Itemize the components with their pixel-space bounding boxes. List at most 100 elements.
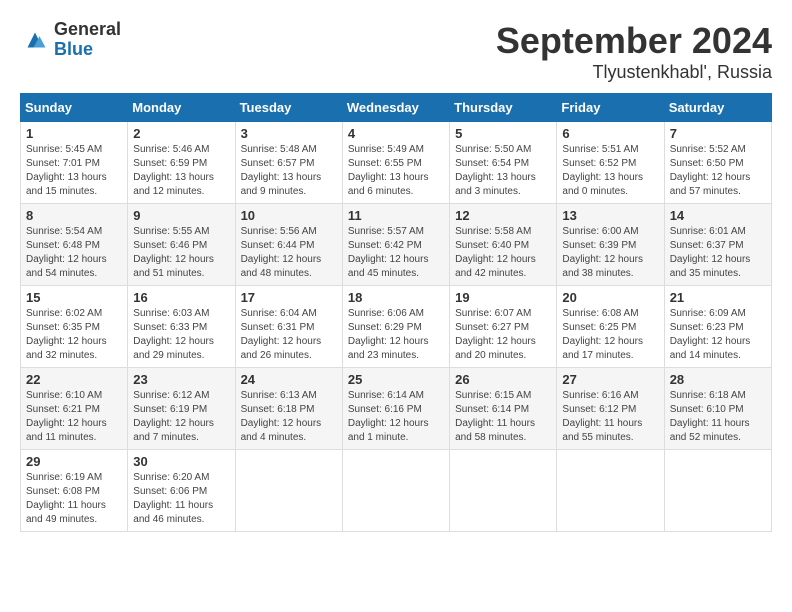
header-row: Sunday Monday Tuesday Wednesday Thursday… (21, 94, 772, 122)
day-number: 7 (670, 126, 766, 141)
day-info: Sunrise: 5:45 AM Sunset: 7:01 PM Dayligh… (26, 143, 122, 199)
table-row: 15 Sunrise: 6:02 AM Sunset: 6:35 PM Dayli… (21, 286, 128, 368)
day-info: Sunrise: 5:48 AM Sunset: 6:57 PM Dayligh… (241, 143, 337, 199)
table-row: 2 Sunrise: 5:46 AM Sunset: 6:59 PM Daylig… (128, 122, 235, 204)
day-info: Sunrise: 6:13 AM Sunset: 6:18 PM Dayligh… (241, 389, 337, 445)
table-row: 10 Sunrise: 5:56 AM Sunset: 6:44 PM Dayli… (235, 204, 342, 286)
day-number: 22 (26, 372, 122, 387)
table-row: 17 Sunrise: 6:04 AM Sunset: 6:31 PM Dayli… (235, 286, 342, 368)
day-info: Sunrise: 5:56 AM Sunset: 6:44 PM Dayligh… (241, 225, 337, 281)
table-row (450, 450, 557, 532)
day-number: 27 (562, 372, 658, 387)
day-info: Sunrise: 5:54 AM Sunset: 6:48 PM Dayligh… (26, 225, 122, 281)
table-row: 1Sunrise: 5:45 AM Sunset: 7:01 PM Daylig… (21, 122, 128, 204)
table-row: 21 Sunrise: 6:09 AM Sunset: 6:23 PM Dayli… (664, 286, 771, 368)
day-info: Sunrise: 6:19 AM Sunset: 6:08 PM Dayligh… (26, 471, 122, 527)
logo-blue: Blue (54, 40, 121, 60)
table-row: 25 Sunrise: 6:14 AM Sunset: 6:16 PM Dayli… (342, 368, 449, 450)
day-info: Sunrise: 6:04 AM Sunset: 6:31 PM Dayligh… (241, 307, 337, 363)
day-info: Sunrise: 5:50 AM Sunset: 6:54 PM Dayligh… (455, 143, 551, 199)
table-row: 26 Sunrise: 6:15 AM Sunset: 6:14 PM Dayli… (450, 368, 557, 450)
table-row: 18 Sunrise: 6:06 AM Sunset: 6:29 PM Dayli… (342, 286, 449, 368)
day-number: 18 (348, 290, 444, 305)
calendar-week-row: 15 Sunrise: 6:02 AM Sunset: 6:35 PM Dayli… (21, 286, 772, 368)
calendar-week-row: 22Sunrise: 6:10 AM Sunset: 6:21 PM Dayli… (21, 368, 772, 450)
day-number: 5 (455, 126, 551, 141)
day-number: 12 (455, 208, 551, 223)
day-number: 16 (133, 290, 229, 305)
day-number: 19 (455, 290, 551, 305)
day-number: 25 (348, 372, 444, 387)
day-info: Sunrise: 6:18 AM Sunset: 6:10 PM Dayligh… (670, 389, 766, 445)
day-number: 8 (26, 208, 122, 223)
month-title: September 2024 (496, 20, 772, 62)
table-row: 16 Sunrise: 6:03 AM Sunset: 6:33 PM Dayli… (128, 286, 235, 368)
day-number: 21 (670, 290, 766, 305)
day-info: Sunrise: 5:46 AM Sunset: 6:59 PM Dayligh… (133, 143, 229, 199)
table-row: 3Sunrise: 5:48 AM Sunset: 6:57 PM Daylig… (235, 122, 342, 204)
day-info: Sunrise: 6:20 AM Sunset: 6:06 PM Dayligh… (133, 471, 229, 527)
day-info: Sunrise: 6:09 AM Sunset: 6:23 PM Dayligh… (670, 307, 766, 363)
day-number: 2 (133, 126, 229, 141)
day-number: 15 (26, 290, 122, 305)
day-info: Sunrise: 5:52 AM Sunset: 6:50 PM Dayligh… (670, 143, 766, 199)
day-info: Sunrise: 5:58 AM Sunset: 6:40 PM Dayligh… (455, 225, 551, 281)
table-row: 9 Sunrise: 5:55 AM Sunset: 6:46 PM Daylig… (128, 204, 235, 286)
day-info: Sunrise: 6:02 AM Sunset: 6:35 PM Dayligh… (26, 307, 122, 363)
logo: General Blue (20, 20, 121, 60)
table-row: 30 Sunrise: 6:20 AM Sunset: 6:06 PM Dayli… (128, 450, 235, 532)
day-number: 10 (241, 208, 337, 223)
logo-text: General Blue (54, 20, 121, 60)
col-monday: Monday (128, 94, 235, 122)
day-info: Sunrise: 6:01 AM Sunset: 6:37 PM Dayligh… (670, 225, 766, 281)
calendar-week-row: 29 Sunrise: 6:19 AM Sunset: 6:08 PM Dayli… (21, 450, 772, 532)
day-info: Sunrise: 6:12 AM Sunset: 6:19 PM Dayligh… (133, 389, 229, 445)
calendar-week-row: 8 Sunrise: 5:54 AM Sunset: 6:48 PM Daylig… (21, 204, 772, 286)
page-header: General Blue September 2024 Tlyustenkhab… (20, 20, 772, 83)
title-block: September 2024 Tlyustenkhabl', Russia (496, 20, 772, 83)
day-info: Sunrise: 6:06 AM Sunset: 6:29 PM Dayligh… (348, 307, 444, 363)
day-info: Sunrise: 6:03 AM Sunset: 6:33 PM Dayligh… (133, 307, 229, 363)
day-number: 23 (133, 372, 229, 387)
day-number: 13 (562, 208, 658, 223)
table-row: 27 Sunrise: 6:16 AM Sunset: 6:12 PM Dayli… (557, 368, 664, 450)
day-info: Sunrise: 5:55 AM Sunset: 6:46 PM Dayligh… (133, 225, 229, 281)
day-number: 14 (670, 208, 766, 223)
col-saturday: Saturday (664, 94, 771, 122)
table-row: 12 Sunrise: 5:58 AM Sunset: 6:40 PM Dayli… (450, 204, 557, 286)
table-row: 11Sunrise: 5:57 AM Sunset: 6:42 PM Dayli… (342, 204, 449, 286)
day-number: 20 (562, 290, 658, 305)
table-row: 29 Sunrise: 6:19 AM Sunset: 6:08 PM Dayli… (21, 450, 128, 532)
day-number: 6 (562, 126, 658, 141)
calendar-body: 1Sunrise: 5:45 AM Sunset: 7:01 PM Daylig… (21, 122, 772, 532)
day-number: 29 (26, 454, 122, 469)
day-number: 9 (133, 208, 229, 223)
location-subtitle: Tlyustenkhabl', Russia (496, 62, 772, 83)
day-number: 26 (455, 372, 551, 387)
col-wednesday: Wednesday (342, 94, 449, 122)
table-row: 4Sunrise: 5:49 AM Sunset: 6:55 PM Daylig… (342, 122, 449, 204)
day-info: Sunrise: 5:51 AM Sunset: 6:52 PM Dayligh… (562, 143, 658, 199)
calendar-week-row: 1Sunrise: 5:45 AM Sunset: 7:01 PM Daylig… (21, 122, 772, 204)
table-row: 22Sunrise: 6:10 AM Sunset: 6:21 PM Dayli… (21, 368, 128, 450)
table-row (342, 450, 449, 532)
day-number: 28 (670, 372, 766, 387)
col-sunday: Sunday (21, 94, 128, 122)
day-info: Sunrise: 5:49 AM Sunset: 6:55 PM Dayligh… (348, 143, 444, 199)
table-row: 8 Sunrise: 5:54 AM Sunset: 6:48 PM Daylig… (21, 204, 128, 286)
table-row: 14 Sunrise: 6:01 AM Sunset: 6:37 PM Dayli… (664, 204, 771, 286)
day-number: 30 (133, 454, 229, 469)
calendar-table: Sunday Monday Tuesday Wednesday Thursday… (20, 93, 772, 532)
day-info: Sunrise: 6:08 AM Sunset: 6:25 PM Dayligh… (562, 307, 658, 363)
table-row (557, 450, 664, 532)
day-number: 11 (348, 208, 444, 223)
table-row: 7 Sunrise: 5:52 AM Sunset: 6:50 PM Daylig… (664, 122, 771, 204)
day-info: Sunrise: 6:07 AM Sunset: 6:27 PM Dayligh… (455, 307, 551, 363)
day-info: Sunrise: 6:15 AM Sunset: 6:14 PM Dayligh… (455, 389, 551, 445)
calendar-header: Sunday Monday Tuesday Wednesday Thursday… (21, 94, 772, 122)
day-info: Sunrise: 6:14 AM Sunset: 6:16 PM Dayligh… (348, 389, 444, 445)
day-info: Sunrise: 6:16 AM Sunset: 6:12 PM Dayligh… (562, 389, 658, 445)
day-number: 17 (241, 290, 337, 305)
table-row (235, 450, 342, 532)
col-thursday: Thursday (450, 94, 557, 122)
